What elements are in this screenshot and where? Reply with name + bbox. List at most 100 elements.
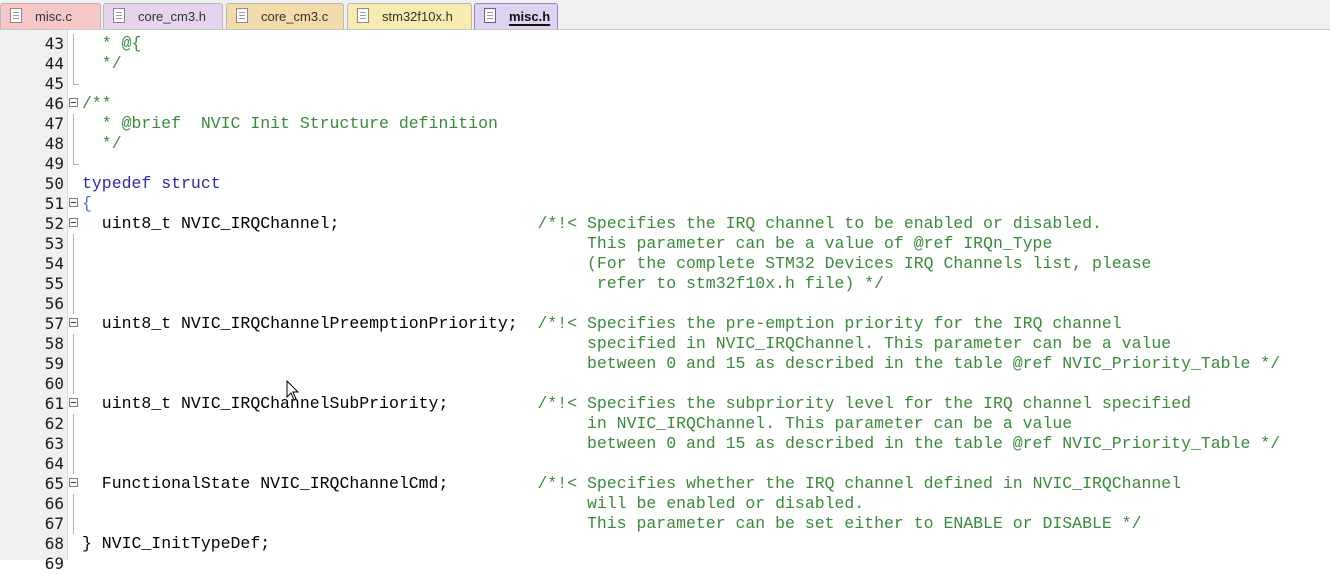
code-line[interactable]: 66 will be enabled or disabled. [0,494,1330,514]
code-line[interactable]: 44 */ [0,54,1330,74]
collapse-toggle-icon[interactable] [69,98,78,107]
line-number: 56 [44,294,64,313]
line-number: 55 [44,274,64,293]
tab-core-cm3-c[interactable]: core_cm3.c [226,3,344,29]
line-number: 54 [44,254,64,273]
collapse-toggle-icon[interactable] [69,398,78,407]
fold-guide [73,234,74,254]
line-number: 57 [44,314,64,333]
line-source: { [82,194,92,213]
fold-guide [73,74,74,84]
line-number: 46 [44,94,64,113]
code-line[interactable]: 63 between 0 and 15 as described in the … [0,434,1330,454]
code-line[interactable]: 58 specified in NVIC_IRQChannel. This pa… [0,334,1330,354]
editor-tab-bar: misc.c core_cm3.h core_cm3.c stm32f10x.h mis… [0,0,1330,30]
tab-core-cm3-h[interactable]: core_cm3.h [103,3,223,29]
code-line[interactable]: 53 This parameter can be a value of @ref… [0,234,1330,254]
fold-guide [73,414,74,434]
line-number: 53 [44,234,64,253]
line-source: * @{ [82,34,142,53]
line-source: (For the complete STM32 Devices IRQ Chan… [82,254,1152,273]
line-number: 52 [44,214,64,233]
code-line[interactable]: 54 (For the complete STM32 Devices IRQ C… [0,254,1330,274]
collapse-toggle-icon[interactable] [69,198,78,207]
code-line[interactable]: 69 [0,554,1330,574]
line-source: /** [82,94,112,113]
tab-misc-c[interactable]: misc.c [0,3,101,29]
code-line[interactable]: 45 [0,74,1330,94]
line-number: 65 [44,474,64,493]
line-source: will be enabled or disabled. [82,494,865,513]
fold-guide [73,154,74,164]
collapse-toggle-icon[interactable] [69,478,78,487]
line-number: 51 [44,194,64,213]
code-line[interactable]: 61 uint8_t NVIC_IRQChannelSubPriority; /… [0,394,1330,414]
line-source: } NVIC_InitTypeDef; [82,534,271,553]
line-source: */ [82,54,122,73]
line-source: This parameter can be set either to ENAB… [82,514,1142,533]
line-source: uint8_t NVIC_IRQChannelSubPriority; /*!<… [82,394,1191,413]
code-line[interactable]: 59 between 0 and 15 as described in the … [0,354,1330,374]
line-number: 45 [44,74,64,93]
code-line[interactable]: 50 typedef struct [0,174,1330,194]
collapse-toggle-icon[interactable] [69,318,78,327]
line-number: 67 [44,514,64,533]
line-source: * @brief NVIC Init Structure definition [82,114,498,133]
code-line[interactable]: 48 */ [0,134,1330,154]
code-line[interactable]: 43 * @{ [0,34,1330,54]
code-line[interactable]: 52 uint8_t NVIC_IRQChannel; /*!< Specifi… [0,214,1330,234]
file-icon [484,8,496,23]
tab-label: misc.c [35,9,72,24]
line-number: 61 [44,394,64,413]
line-number: 58 [44,334,64,353]
fold-guide [73,494,74,514]
line-number: 47 [44,114,64,133]
file-icon [10,8,22,23]
line-source: FunctionalState NVIC_IRQChannelCmd; /*!<… [82,474,1182,493]
fold-guide [73,294,74,314]
line-source: uint8_t NVIC_IRQChannelPreemptionPriorit… [82,314,1122,333]
line-source: between 0 and 15 as described in the tab… [82,354,1281,373]
fold-guide [73,134,74,154]
line-number: 68 [44,534,64,553]
code-line[interactable]: 67 This parameter can be set either to E… [0,514,1330,534]
line-number: 60 [44,374,64,393]
code-line[interactable]: 65 FunctionalState NVIC_IRQChannelCmd; /… [0,474,1330,494]
tab-stm32f10x-h[interactable]: stm32f10x.h [347,3,472,29]
fold-guide [73,434,74,454]
line-source: refer to stm32f10x.h file) */ [82,274,885,293]
line-number: 66 [44,494,64,513]
code-line[interactable]: 49 [0,154,1330,174]
code-line[interactable]: 47 * @brief NVIC Init Structure definiti… [0,114,1330,134]
line-number: 48 [44,134,64,153]
code-line[interactable]: 62 in NVIC_IRQChannel. This parameter ca… [0,414,1330,434]
file-icon [113,8,125,23]
code-line[interactable]: 46 /** [0,94,1330,114]
line-number: 44 [44,54,64,73]
collapse-toggle-icon[interactable] [69,218,78,227]
fold-guide [73,514,74,534]
fold-guide [73,114,74,134]
fold-guide [73,34,74,54]
line-number: 64 [44,454,64,473]
code-line[interactable]: 51 { [0,194,1330,214]
fold-guide [73,274,74,294]
code-line[interactable]: 56 [0,294,1330,314]
code-line[interactable]: 64 [0,454,1330,474]
line-source: uint8_t NVIC_IRQChannel; /*!< Specifies … [82,214,1102,233]
tab-misc-h[interactable]: misc.h [474,3,558,29]
line-source: typedef struct [82,174,221,193]
file-icon [236,8,248,23]
code-line[interactable]: 57 uint8_t NVIC_IRQChannelPreemptionPrio… [0,314,1330,334]
line-number: 50 [44,174,64,193]
tab-label: core_cm3.h [138,9,206,24]
code-area[interactable]: 43 * @{44 */45 46/** 47 * @brief NVIC Init… [0,34,1330,574]
line-number: 63 [44,434,64,453]
code-editor[interactable]: 43 * @{44 */45 46/** 47 * @brief NVIC Init… [0,30,1330,573]
code-line[interactable]: 60 [0,374,1330,394]
fold-end-marker [73,164,79,165]
code-line[interactable]: 55 refer to stm32f10x.h file) */ [0,274,1330,294]
line-number: 49 [44,154,64,173]
fold-end-marker [73,84,79,85]
code-line[interactable]: 68 } NVIC_InitTypeDef; [0,534,1330,554]
